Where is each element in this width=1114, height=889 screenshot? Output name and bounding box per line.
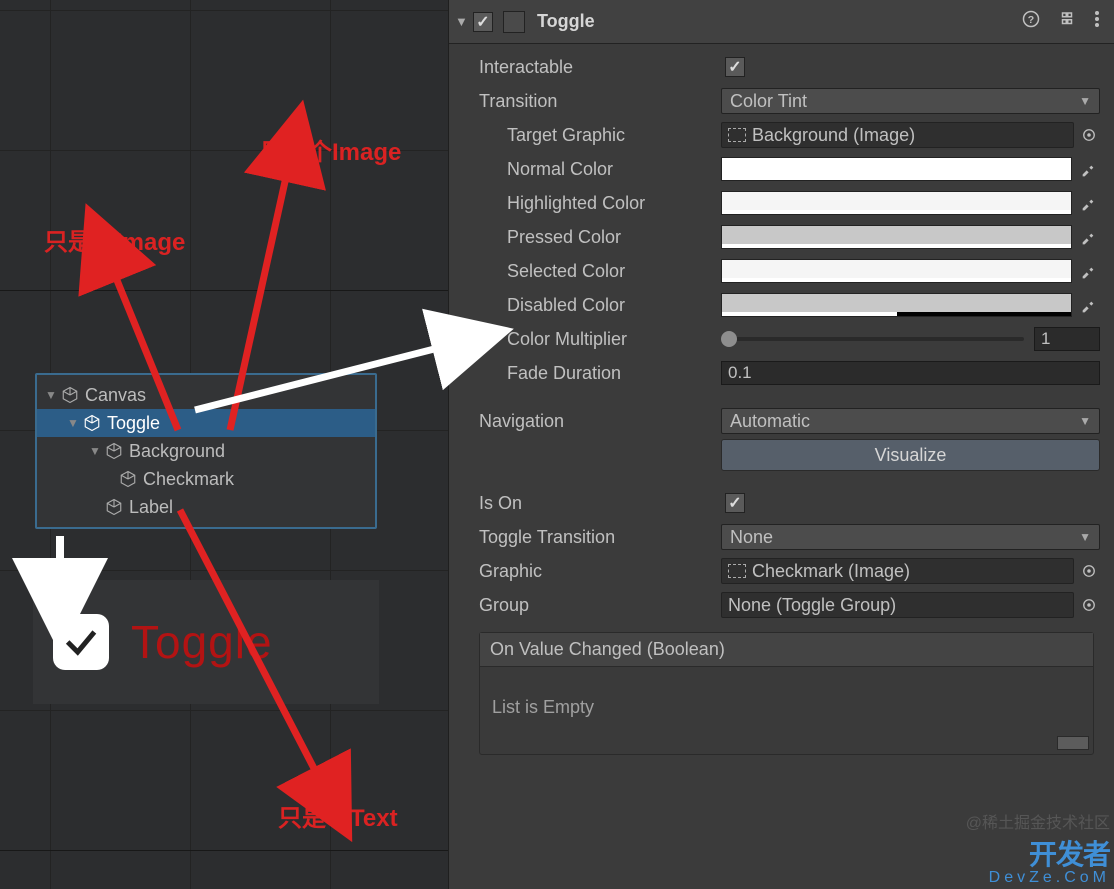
object-picker-button[interactable] <box>1078 560 1100 582</box>
annotation-text: 只是个Text <box>278 798 398 833</box>
disabled-color-swatch[interactable] <box>721 293 1072 317</box>
script-icon <box>503 11 525 33</box>
hierarchy-item-checkmark[interactable]: Checkmark <box>37 465 375 493</box>
cube-icon <box>119 470 137 488</box>
label-interactable: Interactable <box>471 57 721 78</box>
hierarchy-label: Toggle <box>107 413 375 434</box>
highlighted-color-swatch[interactable] <box>721 191 1072 215</box>
image-ref-icon <box>728 564 746 578</box>
hierarchy-label: Canvas <box>85 385 375 406</box>
hierarchy-item-canvas[interactable]: ▼ Canvas <box>37 381 375 409</box>
cube-icon <box>61 386 79 404</box>
cube-icon <box>83 414 101 432</box>
toggle-transition-dropdown[interactable]: None ▼ <box>721 524 1100 550</box>
eyedropper-icon[interactable] <box>1076 225 1100 249</box>
pressed-color-swatch[interactable] <box>721 225 1072 249</box>
menu-icon[interactable] <box>1094 10 1100 33</box>
hierarchy-item-background[interactable]: ▼ Background <box>37 437 375 465</box>
eyedropper-icon[interactable] <box>1076 157 1100 181</box>
annotation-image-2: 只是个Image <box>260 132 401 167</box>
hierarchy-label: Label <box>129 497 375 518</box>
checkmark-icon <box>61 622 101 662</box>
foldout-icon[interactable]: ▼ <box>43 387 59 403</box>
color-multiplier-input[interactable] <box>1034 327 1100 351</box>
chevron-down-icon: ▼ <box>1079 414 1091 428</box>
label-toggle-transition: Toggle Transition <box>471 527 721 548</box>
label-selected-color: Selected Color <box>471 261 721 282</box>
foldout-icon[interactable]: ▼ <box>65 415 81 431</box>
image-ref-icon <box>728 128 746 142</box>
event-empty-text: List is Empty <box>492 697 594 717</box>
component-header: ▼ Toggle ? <box>449 0 1114 44</box>
target-graphic-field[interactable]: Background (Image) <box>721 122 1074 148</box>
group-field[interactable]: None (Toggle Group) <box>721 592 1074 618</box>
foldout-icon[interactable]: ▼ <box>455 14 469 29</box>
event-header: On Value Changed (Boolean) <box>480 633 1093 667</box>
cube-icon <box>105 442 123 460</box>
chevron-down-icon: ▼ <box>1079 530 1091 544</box>
event-list: On Value Changed (Boolean) List is Empty <box>479 632 1094 755</box>
color-multiplier-slider[interactable] <box>721 337 1024 341</box>
label-color-multiplier: Color Multiplier <box>471 329 721 350</box>
hierarchy-panel: ▼ Canvas ▼ Toggle ▼ Background Checkmark… <box>35 373 377 529</box>
label-disabled-color: Disabled Color <box>471 295 721 316</box>
inspector-panel: ▼ Toggle ? Interactable Transition Color… <box>448 0 1114 889</box>
eyedropper-icon[interactable] <box>1076 259 1100 283</box>
component-title: Toggle <box>537 11 1022 32</box>
graphic-field[interactable]: Checkmark (Image) <box>721 558 1074 584</box>
chevron-down-icon: ▼ <box>1079 94 1091 108</box>
label-fade-duration: Fade Duration <box>471 363 721 384</box>
hierarchy-label: Background <box>129 441 375 462</box>
label-normal-color: Normal Color <box>471 159 721 180</box>
object-picker-button[interactable] <box>1078 594 1100 616</box>
label-graphic: Graphic <box>471 561 721 582</box>
eyedropper-icon[interactable] <box>1076 293 1100 317</box>
label-group: Group <box>471 595 721 616</box>
toggle-label-text: Toggle <box>131 615 273 669</box>
is-on-checkbox[interactable] <box>725 493 745 513</box>
foldout-icon[interactable]: ▼ <box>87 443 103 459</box>
fade-duration-input[interactable] <box>721 361 1100 385</box>
preset-icon[interactable] <box>1058 10 1076 33</box>
toggle-checkbox-image <box>53 614 109 670</box>
visualize-button[interactable]: Visualize <box>721 439 1100 471</box>
interactable-checkbox[interactable] <box>725 57 745 77</box>
object-picker-button[interactable] <box>1078 124 1100 146</box>
label-pressed-color: Pressed Color <box>471 227 721 248</box>
label-target-graphic: Target Graphic <box>471 125 721 146</box>
component-enable-checkbox[interactable] <box>473 12 493 32</box>
navigation-dropdown[interactable]: Automatic ▼ <box>721 408 1100 434</box>
annotation-image-1: 只是个Image <box>44 222 185 257</box>
help-icon[interactable]: ? <box>1022 10 1040 33</box>
label-is-on: Is On <box>471 493 721 514</box>
watermark: @稀土掘金技术社区 开发者 DevZe.CoM <box>966 809 1110 887</box>
hierarchy-item-toggle[interactable]: ▼ Toggle <box>37 409 375 437</box>
label-navigation: Navigation <box>471 411 721 432</box>
hierarchy-item-label[interactable]: ▼ Label <box>37 493 375 521</box>
scroll-handle[interactable] <box>1057 736 1089 750</box>
label-highlighted-color: Highlighted Color <box>471 193 721 214</box>
svg-text:?: ? <box>1028 14 1034 26</box>
transition-dropdown[interactable]: Color Tint ▼ <box>721 88 1100 114</box>
toggle-preview-box: Toggle <box>33 580 379 704</box>
label-transition: Transition <box>471 91 721 112</box>
cube-icon <box>105 498 123 516</box>
selected-color-swatch[interactable] <box>721 259 1072 283</box>
hierarchy-label: Checkmark <box>143 469 375 490</box>
eyedropper-icon[interactable] <box>1076 191 1100 215</box>
normal-color-swatch[interactable] <box>721 157 1072 181</box>
